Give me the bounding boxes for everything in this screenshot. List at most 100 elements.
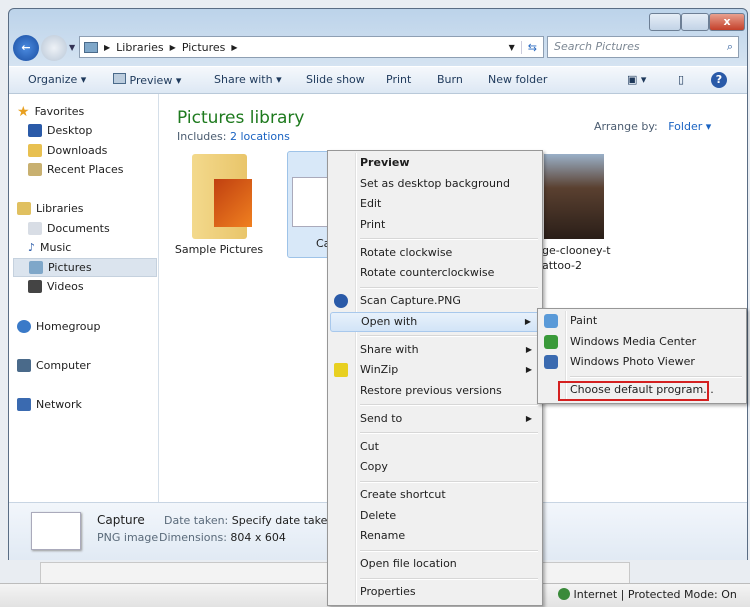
highlight-callout-box: [558, 381, 709, 401]
file-item-sample-pictures[interactable]: Sample Pictures: [174, 154, 264, 264]
menu-separator: [330, 235, 540, 243]
recent-places-icon: [28, 163, 42, 176]
menu-item-delete[interactable]: Delete: [330, 506, 540, 527]
menu-item-edit[interactable]: Edit: [330, 194, 540, 215]
pictures-icon: [29, 261, 43, 274]
globe-icon: [558, 588, 570, 600]
menu-item-preview[interactable]: Preview: [330, 153, 540, 174]
breadcrumb-pictures[interactable]: Pictures: [182, 41, 226, 54]
menu-item-set-as-desktop-background[interactable]: Set as desktop background: [330, 174, 540, 195]
menu-separator: [330, 429, 540, 437]
file-item-george-clooney[interactable]: ge-clooney-t attoo-2: [542, 243, 611, 273]
forward-button[interactable]: [41, 35, 67, 61]
sidebar-downloads[interactable]: Downloads: [28, 141, 156, 160]
menu-item-properties[interactable]: Properties: [330, 582, 540, 603]
arrange-dropdown[interactable]: Folder ▾: [668, 120, 711, 133]
menu-separator: [330, 284, 540, 292]
address-dropdown-icon[interactable]: ▼: [509, 43, 515, 52]
sidebar-music[interactable]: ♪ Music: [28, 238, 156, 257]
pictures-folder-icon: [84, 41, 98, 53]
context-menu: Preview Set as desktop background Edit Prin…: [327, 150, 543, 606]
desktop-icon: [28, 124, 42, 137]
libraries-icon: [17, 202, 31, 215]
command-bar: Organize ▾ Preview ▾ Share with ▾ Slide …: [9, 66, 747, 94]
menu-separator: [330, 575, 540, 583]
security-zone: Internet | Protected Mode: On: [558, 588, 737, 601]
documents-icon: [28, 222, 42, 235]
minimize-button[interactable]: [649, 13, 681, 31]
menu-separator: [540, 373, 744, 381]
navigation-pane: ★ Favorites Desktop Downloads Recent Plac…: [9, 94, 159, 502]
refresh-icon[interactable]: ⇆: [520, 40, 543, 54]
star-icon: ★: [17, 103, 30, 120]
locations-link[interactable]: 2 locations: [230, 130, 290, 143]
menu-item-send-to[interactable]: Send to ▶: [330, 409, 540, 430]
submenu-item-windows-media-center[interactable]: Windows Media Center: [540, 332, 744, 353]
menu-item-scan-capture-png[interactable]: Scan Capture.PNG: [330, 291, 540, 312]
paint-icon: [544, 314, 558, 328]
menu-item-open-with[interactable]: Open with ▶: [330, 311, 540, 332]
sidebar-libraries[interactable]: Libraries: [17, 199, 145, 218]
share-with-button[interactable]: Share with ▾: [214, 73, 282, 86]
back-button[interactable]: ←: [13, 35, 39, 61]
sidebar-recent-places[interactable]: Recent Places: [28, 160, 156, 179]
menu-item-create-shortcut[interactable]: Create shortcut: [330, 485, 540, 506]
sidebar-computer[interactable]: Computer: [17, 356, 145, 375]
menu-item-cut[interactable]: Cut: [330, 437, 540, 458]
sidebar-desktop[interactable]: Desktop: [28, 121, 156, 140]
slide-show-button[interactable]: Slide show: [306, 73, 365, 86]
search-input[interactable]: Search Pictures ⌕: [547, 36, 739, 58]
videos-icon: [28, 280, 42, 293]
sidebar-videos[interactable]: Videos: [28, 277, 156, 296]
computer-icon: [17, 359, 31, 372]
close-button[interactable]: x: [709, 13, 745, 31]
page-title: Pictures library: [177, 108, 305, 128]
sidebar-pictures[interactable]: Pictures: [13, 258, 157, 277]
burn-button[interactable]: Burn: [437, 73, 463, 86]
open-with-submenu: Paint Windows Media Center Windows Photo V…: [537, 308, 747, 404]
menu-separator: [330, 332, 540, 340]
sidebar-network[interactable]: Network: [17, 395, 145, 414]
menu-item-open-file-location[interactable]: Open file location: [330, 554, 540, 575]
maximize-button[interactable]: [681, 13, 709, 31]
menu-item-print[interactable]: Print: [330, 215, 540, 236]
submenu-arrow-icon: ▶: [525, 365, 532, 374]
photo-viewer-icon: [544, 355, 558, 369]
preview-icon: [113, 73, 126, 84]
menu-item-restore-previous-versions[interactable]: Restore previous versions: [330, 381, 540, 402]
submenu-arrow-icon: ▶: [525, 413, 532, 423]
submenu-item-windows-photo-viewer[interactable]: Windows Photo Viewer: [540, 352, 744, 373]
sidebar-documents[interactable]: Documents: [28, 219, 156, 238]
sidebar-homegroup[interactable]: Homegroup: [17, 317, 145, 336]
new-folder-button[interactable]: New folder: [488, 73, 547, 86]
recent-pages-chevron-icon[interactable]: ▼: [69, 43, 75, 52]
organize-button[interactable]: Organize ▾: [28, 73, 86, 86]
address-bar[interactable]: ▶ Libraries ▶ Pictures ▶ ▼ ⇆: [79, 36, 544, 58]
date-taken-field[interactable]: Specify date taken: [232, 514, 335, 527]
submenu-item-paint[interactable]: Paint: [540, 311, 744, 332]
preview-pane-icon[interactable]: ▯: [678, 73, 684, 86]
arrange-by: Arrange by: Folder ▾: [594, 120, 712, 133]
menu-separator: [330, 401, 540, 409]
preview-button[interactable]: Preview ▾: [113, 73, 181, 87]
breadcrumb-libraries[interactable]: Libraries: [116, 41, 164, 54]
change-view-icon[interactable]: ▣ ▾: [627, 73, 646, 86]
music-icon: ♪: [28, 241, 36, 254]
menu-separator: [330, 478, 540, 486]
print-button[interactable]: Print: [386, 73, 411, 86]
menu-item-rotate-counterclockwise[interactable]: Rotate counterclockwise: [330, 263, 540, 284]
menu-item-rename[interactable]: Rename: [330, 526, 540, 547]
details-thumbnail: [31, 512, 81, 550]
submenu-arrow-icon: ▶: [525, 344, 532, 354]
sidebar-favorites[interactable]: ★ Favorites: [17, 102, 145, 121]
menu-item-copy[interactable]: Copy: [330, 457, 540, 478]
menu-item-share-with[interactable]: Share with ▶: [330, 340, 540, 361]
homegroup-icon: [17, 320, 31, 333]
folder-icon: [191, 154, 252, 239]
photo-thumbnail[interactable]: [544, 154, 604, 239]
submenu-arrow-icon: ▶: [524, 316, 531, 326]
search-icon: ⌕: [726, 40, 733, 53]
menu-item-rotate-clockwise[interactable]: Rotate clockwise: [330, 243, 540, 264]
help-icon[interactable]: ?: [711, 72, 727, 88]
menu-item-winzip[interactable]: WinZip ▶: [330, 360, 540, 381]
